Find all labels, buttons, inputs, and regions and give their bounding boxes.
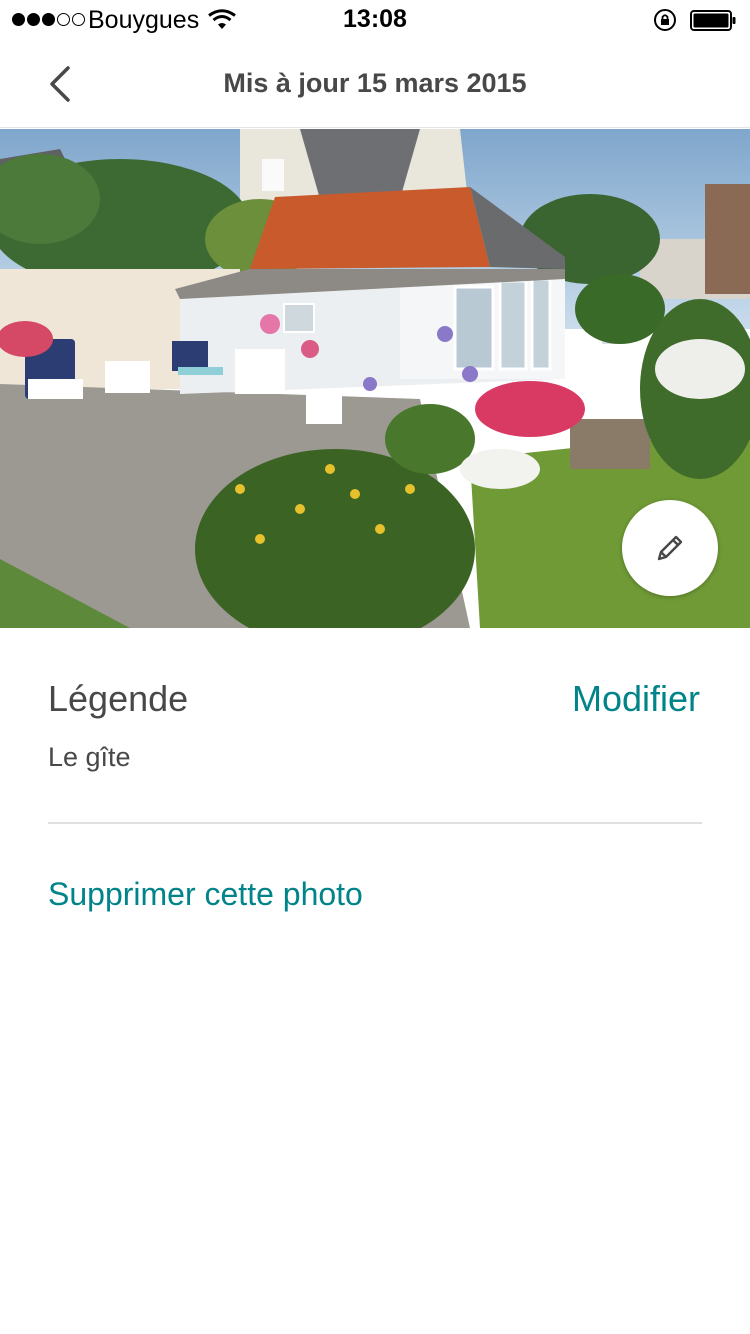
pencil-icon <box>657 535 683 561</box>
delete-photo-button[interactable]: Supprimer cette photo <box>48 876 363 913</box>
divider <box>48 822 702 824</box>
orientation-lock-icon <box>654 9 676 31</box>
listing-photo <box>0 129 750 628</box>
caption-value: Le gîte <box>48 742 131 772</box>
clock: 13:08 <box>343 5 407 33</box>
status-bar: Bouygues 13:08 <box>0 0 750 40</box>
navigation-bar: Mis à jour 15 mars 2015 <box>0 40 750 128</box>
edit-photo-button[interactable] <box>622 500 718 596</box>
battery-icon <box>690 10 736 31</box>
modify-caption-button[interactable]: Modifier <box>572 678 700 720</box>
page-title: Mis à jour 15 mars 2015 <box>223 68 527 98</box>
caption-label: Légende <box>48 678 189 719</box>
